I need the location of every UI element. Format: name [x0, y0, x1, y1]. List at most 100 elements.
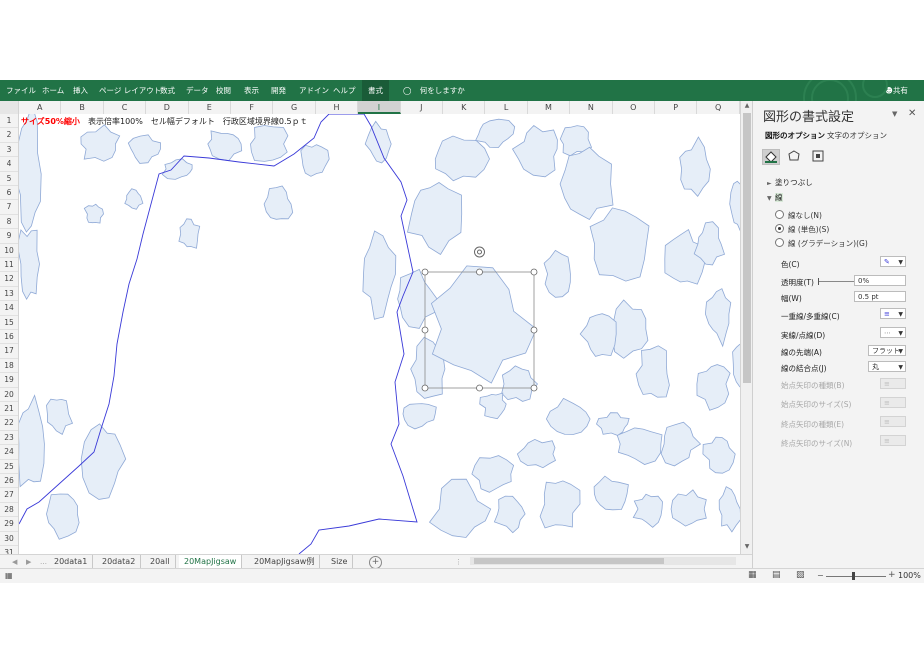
- sheet-tab-size[interactable]: Size: [326, 555, 354, 568]
- tab-file[interactable]: ファイル: [6, 80, 36, 101]
- map-region[interactable]: [300, 144, 330, 177]
- map-region[interactable]: [178, 218, 201, 249]
- row-header-14[interactable]: 14: [0, 301, 18, 316]
- tab-page-layout[interactable]: ページ レイアウト: [99, 80, 161, 101]
- row-header-11[interactable]: 11: [0, 258, 18, 273]
- map-region[interactable]: [545, 397, 591, 435]
- map-region[interactable]: [161, 158, 193, 180]
- map-region[interactable]: [660, 421, 702, 467]
- map-region[interactable]: [207, 130, 243, 162]
- horizontal-scrollbar[interactable]: [470, 557, 736, 565]
- map-region[interactable]: [46, 398, 74, 435]
- map-region[interactable]: [80, 423, 127, 500]
- map-region[interactable]: [19, 229, 40, 301]
- line-color-picker[interactable]: ✎ ▼: [880, 256, 906, 267]
- column-header-c[interactable]: C: [104, 101, 147, 114]
- column-header-a[interactable]: A: [19, 101, 62, 114]
- normal-view-icon[interactable]: ▦: [748, 570, 757, 580]
- map-region[interactable]: [19, 394, 45, 488]
- resize-handle[interactable]: [476, 384, 483, 392]
- zoom-slider-thumb[interactable]: [852, 572, 855, 580]
- map-region[interactable]: [127, 134, 162, 164]
- tab-format[interactable]: 書式: [362, 80, 389, 101]
- column-header-h[interactable]: H: [316, 101, 359, 114]
- resize-handle[interactable]: [421, 268, 429, 276]
- map-region[interactable]: [46, 493, 80, 540]
- map-region[interactable]: [704, 288, 732, 348]
- horizontal-scroll-thumb[interactable]: [474, 558, 664, 564]
- map-region[interactable]: [501, 365, 539, 402]
- rotate-handle-icon[interactable]: [474, 246, 485, 258]
- sheet-tab-20mapjigsaw-example[interactable]: 20MapJigsaw例: [249, 555, 321, 568]
- row-header-18[interactable]: 18: [0, 359, 18, 374]
- column-header-l[interactable]: L: [485, 101, 528, 114]
- column-header-e[interactable]: E: [189, 101, 231, 114]
- row-header-7[interactable]: 7: [0, 200, 18, 215]
- row-header-21[interactable]: 21: [0, 402, 18, 417]
- more-sheets-icon[interactable]: …: [40, 555, 47, 569]
- map-region[interactable]: [19, 114, 42, 233]
- row-header-29[interactable]: 29: [0, 517, 18, 532]
- resize-handle[interactable]: [530, 326, 538, 334]
- column-header-f[interactable]: F: [231, 101, 274, 114]
- column-header-j[interactable]: J: [401, 101, 443, 114]
- width-input[interactable]: 0.5 pt: [854, 291, 906, 302]
- row-header-12[interactable]: 12: [0, 272, 18, 287]
- macro-record-icon[interactable]: ▦: [5, 571, 13, 580]
- row-header-20[interactable]: 20: [0, 388, 18, 402]
- pane-options-dropdown-icon[interactable]: ▼: [892, 110, 897, 118]
- map-region[interactable]: [471, 455, 515, 493]
- tab-shape-options[interactable]: 図形のオプション: [765, 130, 825, 141]
- row-header-9[interactable]: 9: [0, 229, 18, 244]
- row-header-26[interactable]: 26: [0, 474, 18, 489]
- row-header-8[interactable]: 8: [0, 215, 18, 230]
- map-region[interactable]: [596, 412, 630, 436]
- row-header-22[interactable]: 22: [0, 416, 18, 431]
- resize-handle[interactable]: [476, 268, 483, 276]
- map-region[interactable]: [516, 438, 557, 469]
- map-region[interactable]: [83, 203, 104, 224]
- dash-type-dropdown[interactable]: ⋯ ▼: [880, 327, 906, 338]
- row-header-27[interactable]: 27: [0, 488, 18, 503]
- map-region[interactable]: [696, 364, 731, 411]
- tab-review[interactable]: 校閲: [216, 80, 231, 101]
- map-region[interactable]: [543, 249, 571, 298]
- column-header-i[interactable]: I: [358, 101, 401, 114]
- map-region[interactable]: [511, 124, 558, 178]
- map-region[interactable]: [407, 182, 463, 256]
- transparency-input[interactable]: 0%: [854, 275, 906, 286]
- map-region[interactable]: [635, 345, 670, 398]
- resize-handle[interactable]: [530, 384, 538, 392]
- close-icon[interactable]: ✕: [908, 108, 916, 119]
- row-header-2[interactable]: 2: [0, 128, 18, 143]
- sheet-tab-20all[interactable]: 20all: [145, 555, 176, 568]
- map-region[interactable]: [263, 185, 294, 220]
- column-header-d[interactable]: D: [146, 101, 189, 114]
- tab-split-icon[interactable]: ⋮: [455, 555, 462, 569]
- column-header-g[interactable]: G: [273, 101, 316, 114]
- cell-a1[interactable]: サイズ50%縮小: [21, 116, 80, 128]
- tab-text-options[interactable]: 文字のオプション: [827, 130, 887, 141]
- worksheet-grid[interactable]: [19, 114, 740, 554]
- selected-map-region[interactable]: [430, 265, 537, 384]
- column-header-q[interactable]: Q: [697, 101, 740, 114]
- row-header-17[interactable]: 17: [0, 344, 18, 359]
- zoom-in-icon[interactable]: +: [888, 570, 896, 580]
- map-region[interactable]: [364, 120, 392, 164]
- tab-addins[interactable]: アドイン: [299, 80, 329, 101]
- column-header-k[interactable]: K: [443, 101, 486, 114]
- join-type-dropdown[interactable]: 丸 ▼: [868, 361, 906, 372]
- map-region[interactable]: [402, 403, 437, 430]
- tab-insert[interactable]: 挿入: [73, 80, 88, 101]
- map-region[interactable]: [493, 495, 526, 534]
- page-break-view-icon[interactable]: ▧: [796, 570, 805, 580]
- row-header-5[interactable]: 5: [0, 172, 18, 186]
- map-region[interactable]: [718, 486, 740, 533]
- map-region[interactable]: [670, 489, 707, 527]
- effects-icon[interactable]: [786, 149, 802, 163]
- map-region[interactable]: [732, 342, 740, 390]
- map-region[interactable]: [434, 135, 490, 182]
- map-region[interactable]: [80, 124, 121, 162]
- page-layout-view-icon[interactable]: ▤: [772, 570, 781, 580]
- fill-line-icon[interactable]: [762, 149, 780, 165]
